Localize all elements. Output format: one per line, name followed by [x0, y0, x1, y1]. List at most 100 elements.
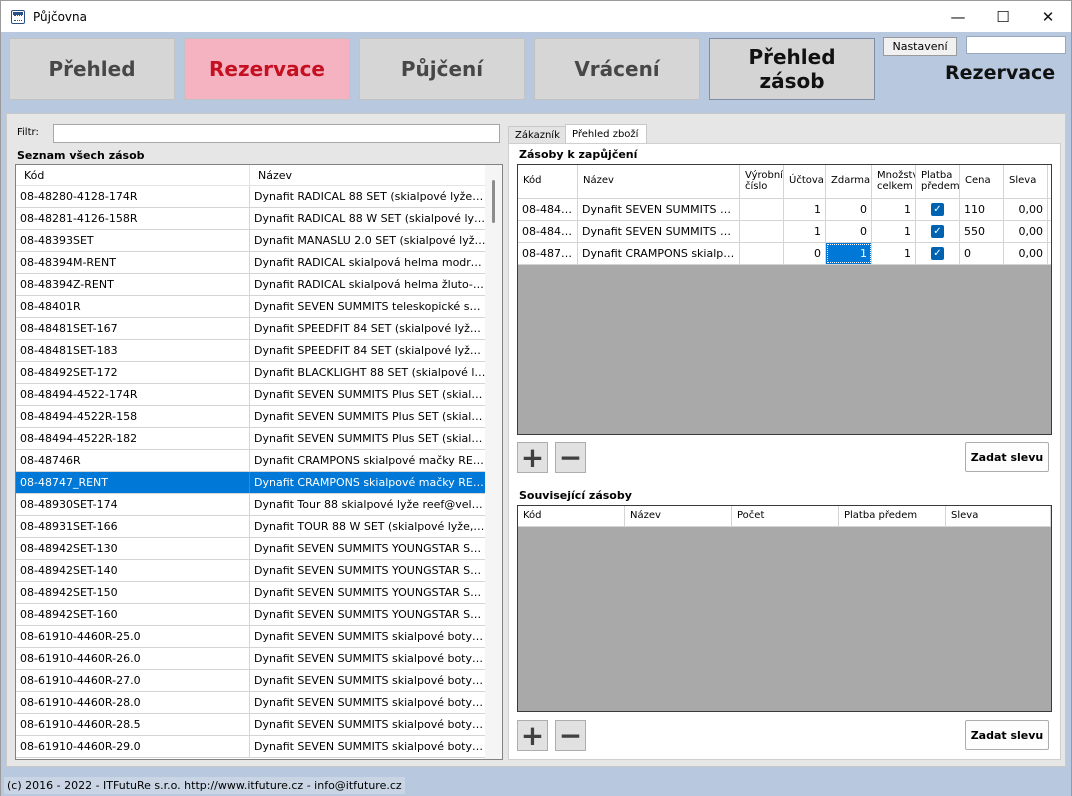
cell-mnozstvi[interactable]: 1 [872, 221, 916, 242]
table-row[interactable]: 08-4840... Dynafit SEVEN SUMMITS tele... 1… [518, 199, 1051, 221]
list-item[interactable]: 08-48280-4128-174R Dynafit RADICAL 88 SET… [16, 186, 502, 208]
cell-cena[interactable]: 550 [960, 221, 1004, 242]
table-row[interactable]: 08-4874... Dynafit CRAMPONS skialpové... 0… [518, 243, 1051, 265]
related-column-header[interactable]: Název [625, 506, 732, 526]
cell-kod[interactable]: 08-4840... [518, 199, 578, 220]
list-item-name: Dynafit Tour 88 skialpové lyže reef@vel.… [250, 494, 487, 515]
list-item[interactable]: 08-61910-4460R-25.0 Dynafit SEVEN SUMMITS… [16, 626, 502, 648]
rental-grid[interactable]: Kód Název Výrobní číslo Účtova Zdarma Množstv… [517, 164, 1052, 435]
nav-pujceni-button[interactable]: Půjčení [359, 38, 525, 100]
list-item[interactable]: 08-48746R Dynafit CRAMPONS skialpové mačk… [16, 450, 502, 472]
cell-sleva[interactable]: 0,00 [1004, 221, 1048, 242]
cell-nazev[interactable]: Dynafit SEVEN SUMMITS Plu... [578, 221, 740, 242]
cell-zdarma[interactable]: 1 [826, 243, 872, 264]
list-item[interactable]: 08-61910-4460R-28.5 Dynafit SEVEN SUMMITS… [16, 714, 502, 736]
tab-zakaznik[interactable]: Zákazník [508, 126, 566, 144]
list-item[interactable]: 08-48931SET-166 Dynafit TOUR 88 W SET (sk… [16, 516, 502, 538]
cell-uctova[interactable]: 1 [784, 221, 826, 242]
add-related-button[interactable]: + [517, 720, 548, 751]
cell-uctova[interactable]: 0 [784, 243, 826, 264]
close-button[interactable]: ✕ [1025, 1, 1071, 32]
list-item[interactable]: 08-48494-4522R-182 Dynafit SEVEN SUMMITS … [16, 428, 502, 450]
rental-column-header[interactable]: Sleva [1004, 165, 1048, 198]
list-item[interactable]: 08-48747_RENT Dynafit CRAMPONS skialpové … [16, 472, 502, 494]
scrollbar-thumb[interactable] [492, 180, 495, 223]
rental-discount-button[interactable]: Zadat slevu [965, 442, 1049, 472]
list-item[interactable]: 08-61910-4460R-26.0 Dynafit SEVEN SUMMITS… [16, 648, 502, 670]
filter-label: Filtr: [17, 127, 39, 138]
rental-grid-header: Kód Název Výrobní číslo Účtova Zdarma Množstv… [518, 165, 1051, 199]
column-header-nazev[interactable]: Název [250, 165, 487, 185]
rental-column-header[interactable]: Kód [518, 165, 578, 198]
rental-column-header[interactable]: Platba předem [916, 165, 960, 198]
cell-kod[interactable]: 08-4849... [518, 221, 578, 242]
list-item[interactable]: 08-48494-4522-174R Dynafit SEVEN SUMMITS … [16, 384, 502, 406]
cell-cena[interactable]: 0 [960, 243, 1004, 264]
cell-sleva[interactable]: 0,00 [1004, 243, 1048, 264]
prepaid-checkbox[interactable]: ✓ [916, 221, 960, 242]
maximize-button[interactable]: ☐ [980, 1, 1026, 32]
list-item[interactable]: 08-61910-4460R-28.0 Dynafit SEVEN SUMMITS… [16, 692, 502, 714]
list-item[interactable]: 08-48942SET-150 Dynafit SEVEN SUMMITS YOU… [16, 582, 502, 604]
list-item[interactable]: 08-48942SET-130 Dynafit SEVEN SUMMITS YOU… [16, 538, 502, 560]
settings-button[interactable]: Nastavení [883, 37, 957, 56]
list-item-name: Dynafit SEVEN SUMMITS YOUNGSTAR SE... [250, 560, 487, 581]
related-column-header[interactable]: Sleva [946, 506, 1051, 526]
nav-rezervace-button[interactable]: Rezervace [184, 38, 350, 100]
cell-nazev[interactable]: Dynafit CRAMPONS skialpové... [578, 243, 740, 264]
related-column-header[interactable]: Počet [732, 506, 839, 526]
rental-column-header[interactable]: Název [578, 165, 740, 198]
list-item[interactable]: 08-48942SET-140 Dynafit SEVEN SUMMITS YOU… [16, 560, 502, 582]
cell-mnozstvi[interactable]: 1 [872, 199, 916, 220]
list-item[interactable]: 08-48393SET Dynafit MANASLU 2.0 SET (skia… [16, 230, 502, 252]
list-item[interactable]: 08-48492SET-172 Dynafit BLACKLIGHT 88 SET… [16, 362, 502, 384]
list-item[interactable]: 08-48394M-RENT Dynafit RADICAL skialpová … [16, 252, 502, 274]
list-item[interactable]: 08-48930SET-174 Dynafit Tour 88 skialpové… [16, 494, 502, 516]
list-item[interactable]: 08-48481SET-183 Dynafit SPEEDFIT 84 SET (… [16, 340, 502, 362]
nav-prehled-button[interactable]: Přehled [9, 38, 175, 100]
list-item[interactable]: 08-48942SET-160 Dynafit SEVEN SUMMITS YOU… [16, 604, 502, 626]
cell-vyrobni[interactable] [740, 243, 784, 264]
minimize-button[interactable]: — [935, 1, 981, 32]
prepaid-checkbox[interactable]: ✓ [916, 199, 960, 220]
add-rental-button[interactable]: + [517, 442, 548, 473]
rental-column-header[interactable]: Cena [960, 165, 1004, 198]
cell-vyrobni[interactable] [740, 221, 784, 242]
cell-zdarma[interactable]: 0 [826, 221, 872, 242]
list-item[interactable]: 08-61910-4460R-29.0 Dynafit SEVEN SUMMITS… [16, 736, 502, 758]
related-grid[interactable]: Kód Název Počet Platba předem Sleva [517, 505, 1052, 712]
list-item[interactable]: 08-48401R Dynafit SEVEN SUMMITS teleskopi… [16, 296, 502, 318]
vertical-scrollbar[interactable] [485, 165, 502, 759]
nav-prehled-zasob-button[interactable]: Přehled zásob [709, 38, 875, 100]
filter-input[interactable] [53, 124, 500, 143]
cell-uctova[interactable]: 1 [784, 199, 826, 220]
rental-column-header[interactable]: Množstv celkem [872, 165, 916, 198]
cell-zdarma[interactable]: 0 [826, 199, 872, 220]
nav-vraceni-button[interactable]: Vrácení [534, 38, 700, 100]
cell-nazev[interactable]: Dynafit SEVEN SUMMITS tele... [578, 199, 740, 220]
table-row[interactable]: 08-4849... Dynafit SEVEN SUMMITS Plu... 1 0… [518, 221, 1051, 243]
list-item[interactable]: 08-61910-4460R-27.0 Dynafit SEVEN SUMMITS… [16, 670, 502, 692]
tab-prehled-zbozi[interactable]: Přehled zboží [565, 124, 647, 145]
related-column-header[interactable]: Platba předem [839, 506, 946, 526]
prepaid-checkbox[interactable]: ✓ [916, 243, 960, 264]
column-header-kod[interactable]: Kód [16, 165, 250, 185]
list-item[interactable]: 08-48494-4522R-158 Dynafit SEVEN SUMMITS … [16, 406, 502, 428]
remove-related-button[interactable]: − [555, 720, 586, 751]
list-item[interactable]: 08-48281-4126-158R Dynafit RADICAL 88 W S… [16, 208, 502, 230]
rental-column-header[interactable]: Výrobní číslo [740, 165, 784, 198]
rental-column-header[interactable]: Zdarma [826, 165, 872, 198]
cell-cena[interactable]: 110 [960, 199, 1004, 220]
stock-list[interactable]: Kód Název 08-48280-4128-174R Dynafit RADI… [15, 164, 503, 760]
cell-sleva[interactable]: 0,00 [1004, 199, 1048, 220]
cell-mnozstvi[interactable]: 1 [872, 243, 916, 264]
cell-kod[interactable]: 08-4874... [518, 243, 578, 264]
list-item[interactable]: 08-48394Z-RENT Dynafit RADICAL skialpová … [16, 274, 502, 296]
related-column-header[interactable]: Kód [518, 506, 625, 526]
list-item[interactable]: 08-48481SET-167 Dynafit SPEEDFIT 84 SET (… [16, 318, 502, 340]
related-discount-button[interactable]: Zadat slevu [965, 720, 1049, 750]
remove-rental-button[interactable]: − [555, 442, 586, 473]
rental-column-header[interactable]: Účtova [784, 165, 826, 198]
top-text-input[interactable] [966, 36, 1066, 54]
cell-vyrobni[interactable] [740, 199, 784, 220]
